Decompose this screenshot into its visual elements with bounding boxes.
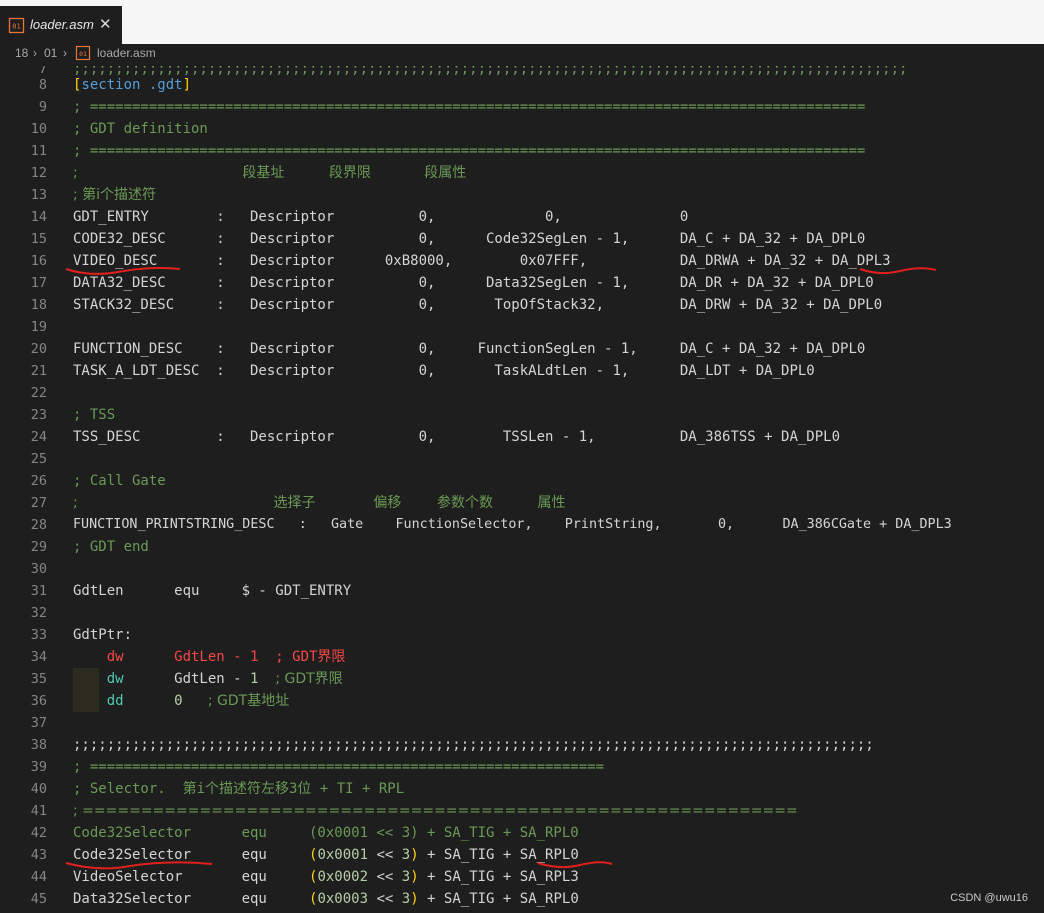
close-icon[interactable]: ✕ [99, 15, 112, 33]
svg-text:01: 01 [79, 50, 87, 58]
annotation-underlines [65, 267, 937, 870]
breadcrumb-item-18[interactable]: 18 [15, 46, 28, 60]
tab-bar: 01 loader.asm ✕ [0, 0, 1044, 44]
breadcrumb: 18 › 01 › 01 loader.asm [0, 44, 1044, 66]
asm-file-icon: 01 [8, 17, 25, 34]
breadcrumb-item-file[interactable]: loader.asm [97, 46, 156, 60]
breadcrumb-item-01[interactable]: 01 [44, 46, 57, 60]
tab-loader-asm[interactable]: 01 loader.asm ✕ [0, 6, 122, 44]
watermark: CSDN @uwu16 [950, 892, 1028, 904]
breadcrumb-separator: › [33, 46, 37, 60]
tab-title: loader.asm [30, 17, 94, 32]
svg-text:01: 01 [12, 23, 20, 31]
asm-file-icon: 01 [75, 45, 91, 61]
code-editor[interactable]: 7 ;;;;;;;;;;;;;;;;;;;;;;;;;;;;;;;;;;;;;;… [0, 66, 1044, 913]
breadcrumb-separator: › [63, 46, 67, 60]
